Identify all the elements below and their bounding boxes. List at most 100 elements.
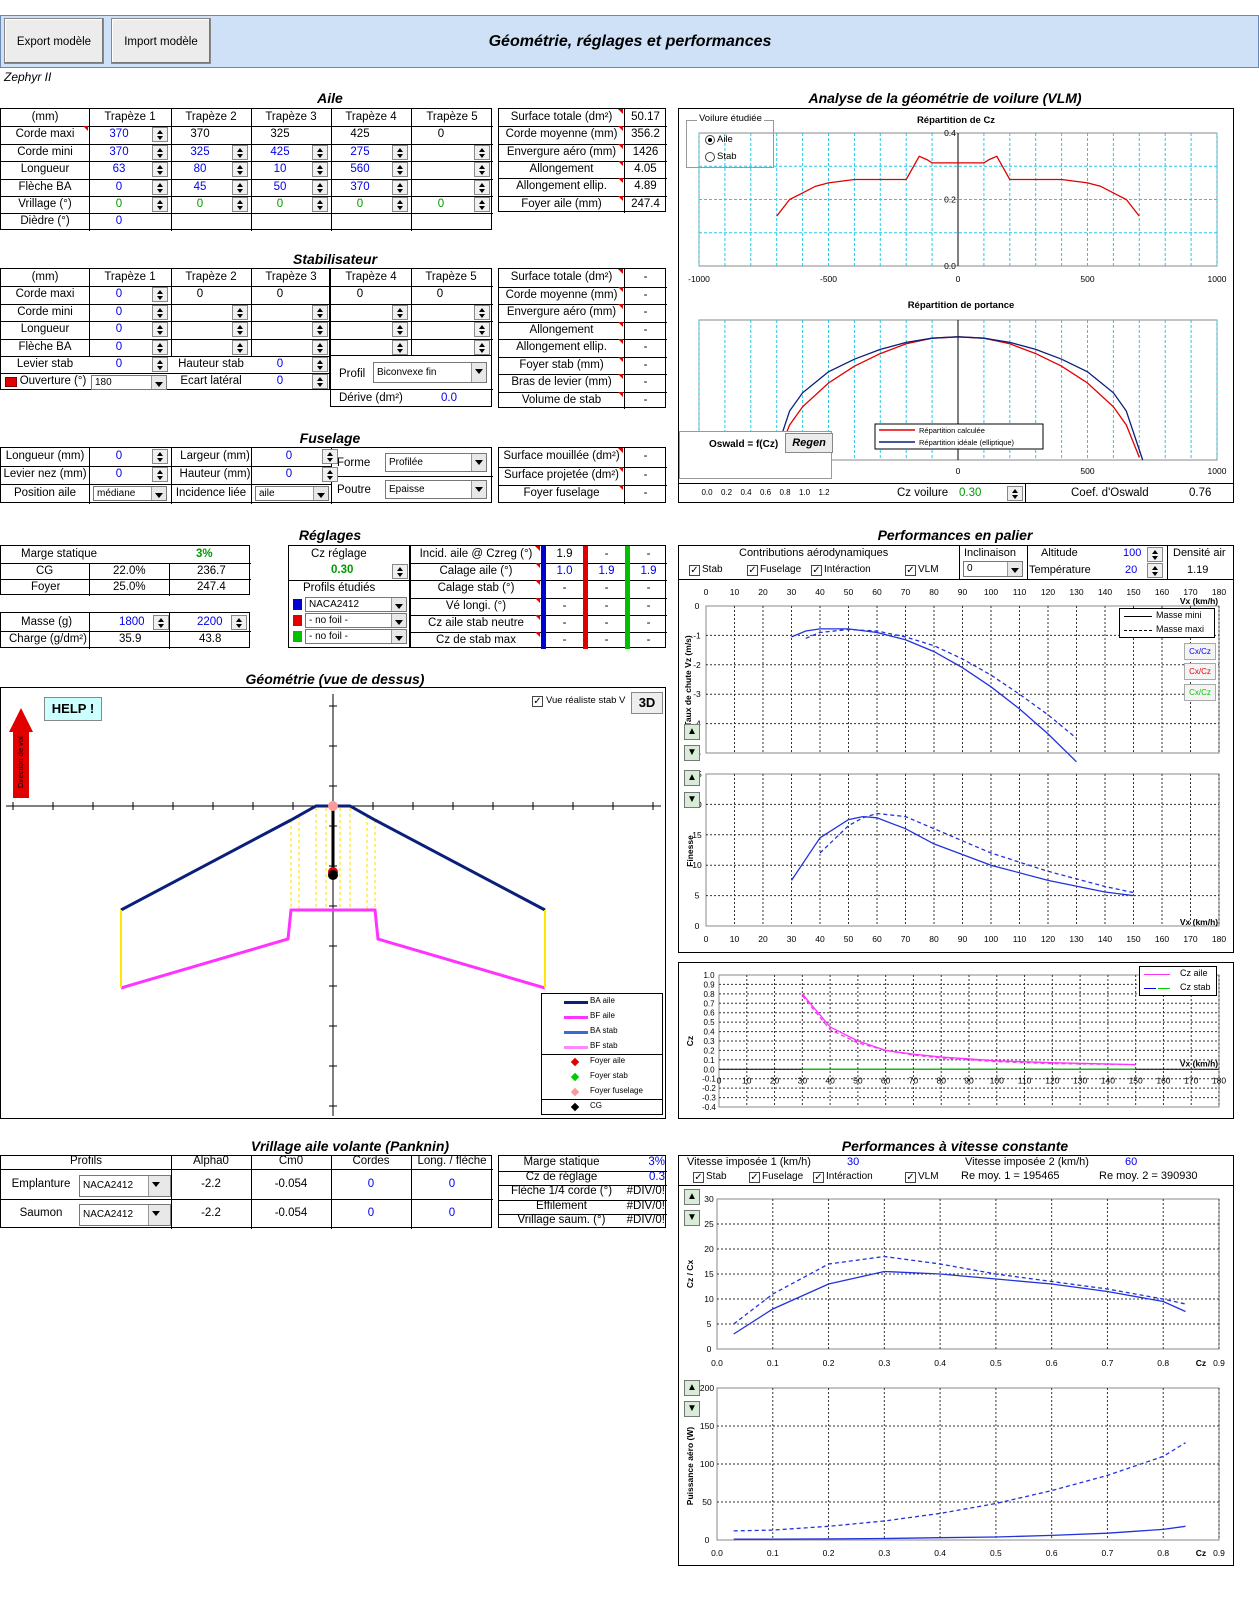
aile-spin[interactable] (312, 197, 328, 212)
masse-maxi-input[interactable]: 2200 (197, 614, 223, 631)
altitude-spin[interactable] (1147, 547, 1163, 562)
stab-value[interactable]: 0 (171, 286, 229, 303)
aile-spin[interactable] (232, 197, 248, 212)
stab-spin[interactable] (312, 339, 328, 355)
vitesse1-input[interactable]: 30 (847, 1156, 859, 1168)
masse-mini-spin[interactable] (153, 615, 169, 630)
stab-spin[interactable] (232, 304, 248, 320)
ouverture-color[interactable] (5, 377, 17, 387)
stab-value[interactable]: 0 (89, 321, 149, 338)
stab-spin[interactable] (312, 322, 328, 338)
aile-value[interactable]: 0 (331, 196, 389, 213)
aile-value[interactable]: 0 (411, 126, 471, 143)
fuselage-spin[interactable] (322, 467, 338, 482)
temperature-spin[interactable] (1147, 563, 1163, 578)
aile-spin[interactable] (392, 162, 408, 178)
help-button[interactable]: HELP ! (44, 697, 102, 721)
radio-stab[interactable] (705, 152, 715, 162)
aile-spin[interactable] (474, 144, 490, 160)
export-model-button[interactable]: Export modèle (4, 18, 104, 64)
stab-spin[interactable] (474, 322, 490, 338)
aile-value[interactable]: 80 (171, 161, 229, 178)
aile-spin[interactable] (392, 144, 408, 160)
czreg-input[interactable]: 0.30 (331, 562, 353, 579)
interaction-checkbox[interactable]: ✓ (811, 565, 822, 576)
stab-spin[interactable] (152, 339, 168, 355)
3d-button[interactable]: 3D (631, 692, 663, 714)
fleche-value[interactable]: 0 (411, 1205, 493, 1222)
stab-spin[interactable] (392, 304, 408, 320)
aile-spin[interactable] (474, 162, 490, 178)
masse-mini-input[interactable]: 1800 (119, 614, 145, 631)
aile-spin[interactable] (152, 179, 168, 195)
reglage-value[interactable]: 1.9 (588, 563, 625, 580)
fuselage-spin[interactable] (152, 467, 168, 482)
cxcz-red-button[interactable]: Cx/Cz (1184, 663, 1216, 680)
profil-3-select[interactable]: - no foil - (305, 629, 407, 644)
cz-voilure-value[interactable]: 0.30 (959, 485, 981, 502)
aile-spin[interactable] (232, 144, 248, 160)
levier-spin[interactable] (152, 357, 168, 372)
stab-spin[interactable] (392, 322, 408, 338)
altitude-input[interactable]: 100 (1123, 547, 1141, 559)
aile-value[interactable]: 370 (89, 144, 149, 161)
const-interaction-checkbox[interactable]: ✓ (813, 1172, 824, 1183)
ecart-input[interactable]: 0 (251, 373, 309, 390)
inclinaison-select[interactable]: 0 (963, 561, 1023, 577)
vz-down-button[interactable]: ▼ (684, 745, 700, 761)
stab-spin[interactable] (152, 287, 168, 303)
stab-spin[interactable] (152, 304, 168, 320)
fuselage-spin[interactable] (322, 449, 338, 464)
aile-value[interactable]: 0 (89, 179, 149, 196)
puis-up-button[interactable]: ▲ (684, 1380, 700, 1396)
aile-spin[interactable] (152, 197, 168, 212)
aile-value[interactable]: 560 (331, 161, 389, 178)
radio-aile[interactable] (705, 135, 715, 145)
stab-spin[interactable] (152, 322, 168, 338)
hauteur-input[interactable]: 0 (251, 356, 309, 373)
aile-spin[interactable] (312, 162, 328, 178)
stab-spin[interactable] (232, 339, 248, 355)
aile-value[interactable]: 425 (251, 144, 309, 161)
aile-value[interactable]: 50 (251, 179, 309, 196)
puis-down-button[interactable]: ▼ (684, 1401, 700, 1417)
cordes-value[interactable]: 0 (331, 1205, 411, 1222)
ecart-spin[interactable] (312, 374, 328, 389)
vz-up-button[interactable]: ▲ (684, 724, 700, 740)
profil-1-select[interactable]: NACA2412 (305, 597, 407, 612)
vitesse2-input[interactable]: 60 (1125, 1156, 1137, 1168)
stab-value[interactable]: 0 (411, 286, 469, 303)
hauteur-spin[interactable] (312, 357, 328, 372)
aile-spin[interactable] (312, 179, 328, 195)
reglage-value[interactable]: 1.0 (546, 563, 583, 580)
aile-value[interactable]: 10 (251, 161, 309, 178)
aile-value[interactable]: 0 (251, 196, 309, 213)
aile-value[interactable]: 45 (171, 179, 229, 196)
aile-value[interactable]: 370 (171, 126, 229, 143)
const-vlm-checkbox[interactable]: ✓ (905, 1172, 916, 1183)
masse-maxi-spin[interactable] (231, 615, 247, 630)
aile-spin[interactable] (474, 197, 490, 212)
aile-spin[interactable] (232, 162, 248, 178)
stab-value[interactable]: 0 (251, 286, 309, 303)
stab-spin[interactable] (474, 339, 490, 355)
regen-button[interactable]: Regen (785, 433, 833, 453)
cxcz-green-button[interactable]: Cx/Cz (1184, 684, 1216, 701)
stab-value[interactable]: 0 (89, 339, 149, 356)
ouverture-select[interactable]: 180 (91, 375, 167, 390)
aile-spin[interactable] (392, 197, 408, 212)
aile-spin[interactable] (152, 127, 168, 143)
stab-spin[interactable] (232, 322, 248, 338)
aile-value[interactable]: 425 (331, 126, 389, 143)
vue-realiste-checkbox[interactable]: ✓ (532, 696, 543, 707)
aile-value[interactable]: 325 (251, 126, 309, 143)
stab-spin[interactable] (312, 304, 328, 320)
fuselage-input[interactable]: 0 (89, 448, 149, 465)
aile-spin[interactable] (474, 179, 490, 195)
vlm-checkbox[interactable]: ✓ (905, 565, 916, 576)
czcx-down-button[interactable]: ▼ (684, 1210, 700, 1226)
aile-value[interactable]: 63 (89, 161, 149, 178)
vrillage-profil-select[interactable]: NACA2412 (79, 1204, 171, 1226)
aile-spin[interactable] (392, 179, 408, 195)
cxcz-blue-button[interactable]: Cx/Cz (1184, 643, 1216, 660)
